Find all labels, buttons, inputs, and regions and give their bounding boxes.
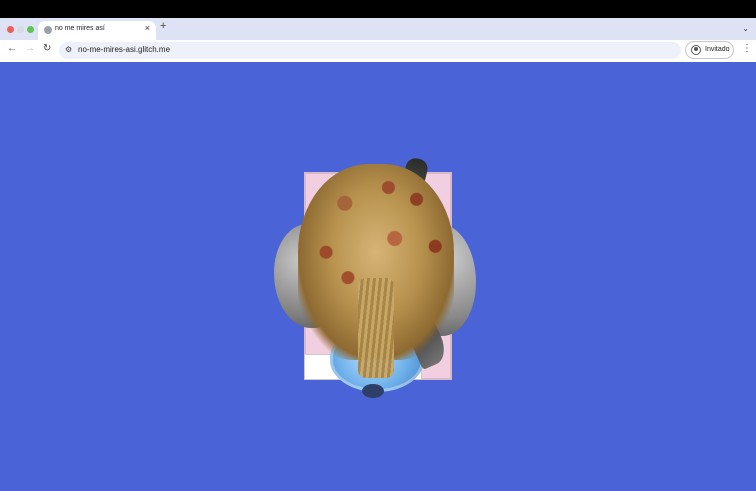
tune-icon[interactable]: ⚙ (65, 45, 72, 54)
vase-foot-image (362, 384, 384, 398)
bouquet-stems-image (358, 278, 394, 378)
profile-label: Invitado (705, 46, 730, 53)
close-tab-icon[interactable]: × (145, 24, 150, 33)
tab-title: no me mires así (55, 25, 105, 32)
maximize-window-button[interactable] (27, 26, 34, 33)
browser-toolbar: ← → ↻ ⚙ no-me-mires-asi.glitch.me Invita… (0, 40, 756, 62)
reload-icon[interactable]: ↻ (43, 44, 51, 54)
minimize-window-button[interactable] (17, 26, 24, 33)
more-vertical-icon[interactable]: ⋮ (742, 44, 752, 54)
tab-strip: no me mires así × + ⌄ (0, 18, 756, 40)
chevron-down-icon[interactable]: ⌄ (742, 24, 749, 33)
screen-top-bar (0, 0, 756, 18)
address-bar[interactable]: ⚙ no-me-mires-asi.glitch.me (59, 42, 681, 59)
browser-tab[interactable]: no me mires así × (38, 21, 156, 40)
profile-button[interactable]: Invitado (685, 41, 734, 59)
arrow-right-icon[interactable]: → (25, 44, 35, 54)
globe-icon (44, 26, 52, 34)
account-icon (691, 45, 701, 55)
url-text[interactable]: no-me-mires-asi.glitch.me (78, 45, 170, 54)
collage-artwork (274, 156, 476, 398)
plus-icon[interactable]: + (160, 21, 166, 32)
page-content (0, 62, 756, 491)
close-window-button[interactable] (7, 26, 14, 33)
arrow-left-icon[interactable]: ← (7, 44, 17, 54)
